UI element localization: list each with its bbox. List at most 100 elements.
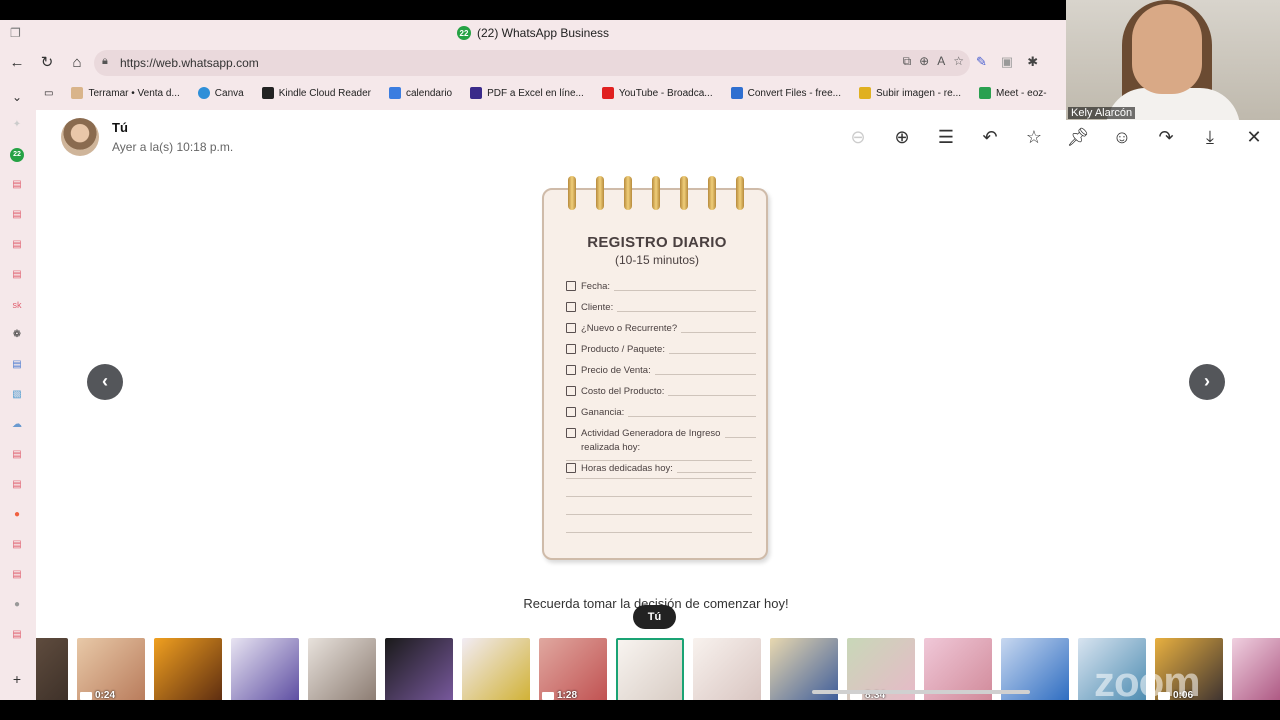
sidebar-openai-icon[interactable]: ❁: [10, 328, 24, 342]
checkbox-icon: [566, 365, 576, 375]
sidebar-pdf-icon[interactable]: ▤: [10, 238, 24, 252]
writing-line: [628, 406, 756, 417]
media-thumbnail[interactable]: [385, 638, 453, 700]
bookmark-favicon: [71, 87, 84, 99]
checkbox-icon: [566, 302, 576, 312]
bookmark-label: Kindle Cloud Reader: [278, 87, 371, 99]
media-thumbnail[interactable]: [231, 638, 299, 700]
bookmark-6[interactable]: Convert Files - free...: [730, 87, 841, 99]
media-thumbnail[interactable]: [1232, 638, 1280, 700]
notebook-image: REGISTRO DIARIO (10-15 minutos) Fecha: C…: [540, 176, 770, 576]
sidebar-pdf-icon[interactable]: ▤: [10, 178, 24, 192]
chevron-down-icon[interactable]: ⌄: [6, 86, 28, 108]
forward-icon[interactable]: ↷: [1144, 124, 1188, 150]
thumbnail-scrollbar[interactable]: [812, 690, 1030, 694]
sidebar-faded-icon[interactable]: ✦: [10, 118, 24, 132]
bookmark-3[interactable]: calendario: [388, 87, 452, 99]
media-thumbnail[interactable]: 1:28: [539, 638, 607, 700]
zoom-in-icon[interactable]: ⊕: [880, 124, 924, 150]
bookmark-7[interactable]: Subir imagen - re...: [858, 87, 961, 99]
media-thumbnail[interactable]: 0:24: [77, 638, 145, 700]
bookmark-1[interactable]: Canva: [197, 87, 244, 99]
sidebar-pdf-icon[interactable]: ▤: [10, 268, 24, 282]
reply-icon[interactable]: ↶: [968, 124, 1012, 150]
back-icon[interactable]: ←: [6, 52, 28, 74]
bookmark-favicon: [197, 87, 210, 99]
extension-square-icon[interactable]: ▣: [1001, 54, 1013, 70]
sidebar-pdf-icon[interactable]: ▤: [10, 568, 24, 582]
sidebar-pdf-icon[interactable]: ▤: [10, 538, 24, 552]
checklist-label: Horas dedicadas hoy:: [581, 463, 673, 474]
chevron-right-icon: ›: [1204, 371, 1210, 391]
participant-name: Kely Alarcón: [1068, 107, 1136, 119]
previous-media-button[interactable]: ‹: [87, 364, 123, 400]
spiral-ring: [624, 176, 632, 210]
home-icon[interactable]: ⌂: [66, 52, 88, 74]
media-thumbnail[interactable]: [693, 638, 761, 700]
download-icon[interactable]: ⤓: [1188, 124, 1232, 150]
sidebar-pdf-icon[interactable]: ▤: [10, 478, 24, 492]
sidebar-sk-icon[interactable]: sk: [10, 298, 24, 312]
next-media-button[interactable]: ›: [1189, 364, 1225, 400]
extension-pen-icon[interactable]: ✎: [976, 54, 987, 70]
sidebar-add-icon[interactable]: +: [10, 672, 24, 686]
bookmark-5[interactable]: YouTube - Broadca...: [601, 87, 713, 99]
checklist-item: Fecha:: [566, 280, 756, 294]
writing-line: [654, 364, 756, 375]
bookmark-favicon: [601, 87, 614, 99]
checklist-label: Costo del Producto:: [581, 386, 665, 397]
pin-icon[interactable]: 📌︎: [1056, 124, 1100, 150]
chevron-left-icon: ‹: [102, 371, 108, 391]
media-thumbnail[interactable]: [462, 638, 530, 700]
checkbox-icon: [566, 281, 576, 291]
sidebar-image-icon[interactable]: ▧: [10, 388, 24, 402]
sidebar-doc-icon[interactable]: ▤: [10, 358, 24, 372]
reload-icon[interactable]: ↻: [36, 52, 58, 74]
media-viewer: Tú Ayer a la(s) 10:18 p.m. ⊖ ⊕ ☰ ↶ ☆ 📌︎ …: [36, 110, 1280, 700]
media-thumbnail[interactable]: [616, 638, 684, 700]
bookmark-favicon: [261, 87, 274, 99]
bookmark-favicon: [858, 87, 871, 99]
bookmark-label: Meet - eoz-: [996, 87, 1047, 99]
bookmark-0[interactable]: Terramar • Venta d...: [71, 87, 180, 99]
video-duration: 0:24: [80, 690, 115, 700]
react-emoji-icon[interactable]: ☺: [1100, 124, 1144, 150]
checkbox-icon: [566, 407, 576, 417]
sidebar-whatsapp-icon[interactable]: 22: [10, 148, 24, 162]
sidebar-pdf-icon[interactable]: ▤: [10, 208, 24, 222]
duration-label: 0:24: [95, 690, 116, 700]
reading-list-icon[interactable]: ▭: [44, 88, 53, 99]
writing-line: [668, 385, 756, 396]
star-icon[interactable]: ☆: [1012, 124, 1056, 150]
zoom-icon[interactable]: ⊕: [919, 54, 929, 69]
viewer-toolbar: ⊖ ⊕ ☰ ↶ ☆ 📌︎ ☺ ↷ ⤓ ✕: [836, 124, 1276, 150]
sender-name: Tú: [112, 120, 128, 135]
sidebar-orange-icon[interactable]: ●: [10, 508, 24, 522]
close-icon[interactable]: ✕: [1232, 124, 1276, 150]
bookmark-2[interactable]: Kindle Cloud Reader: [261, 87, 371, 99]
bookmarks-bar: ▭ Terramar • Venta d... Canva Kindle Clo…: [44, 82, 1110, 104]
checklist-item: Costo del Producto:: [566, 385, 756, 399]
media-thumbnail[interactable]: [308, 638, 376, 700]
sidebar-person-icon[interactable]: ●: [10, 598, 24, 612]
media-thumbnail[interactable]: [36, 638, 68, 700]
bookmark-label: YouTube - Broadca...: [618, 87, 713, 99]
address-bar[interactable]: 🔒︎ https://web.whatsapp.com ⧉ ⊕ A ☆: [94, 50, 970, 76]
writing-line: [681, 322, 756, 333]
sidebar-cloud-icon[interactable]: ☁: [10, 418, 24, 432]
zoom-out-icon[interactable]: ⊖: [836, 124, 880, 150]
checklist-item: Actividad Generadora de Ingreso realizad…: [566, 427, 756, 455]
favorite-star-icon[interactable]: ☆: [953, 54, 964, 69]
bookmark-8[interactable]: Meet - eoz-: [979, 87, 1047, 99]
notebook-title: REGISTRO DIARIO: [587, 234, 727, 251]
sidebar-pdf-icon[interactable]: ▤: [10, 628, 24, 642]
avatar[interactable]: [61, 118, 99, 156]
bookmark-4[interactable]: PDF a Excel en líne...: [470, 87, 584, 99]
go-to-message-icon[interactable]: ☰: [924, 124, 968, 150]
app-install-icon[interactable]: ⧉: [903, 54, 912, 69]
read-aloud-icon[interactable]: A: [937, 54, 945, 69]
sidebar-pdf-icon[interactable]: ▤: [10, 448, 24, 462]
extensions-puzzle-icon[interactable]: ✱: [1027, 54, 1038, 70]
bookmark-favicon: [388, 87, 401, 99]
media-thumbnail[interactable]: [154, 638, 222, 700]
